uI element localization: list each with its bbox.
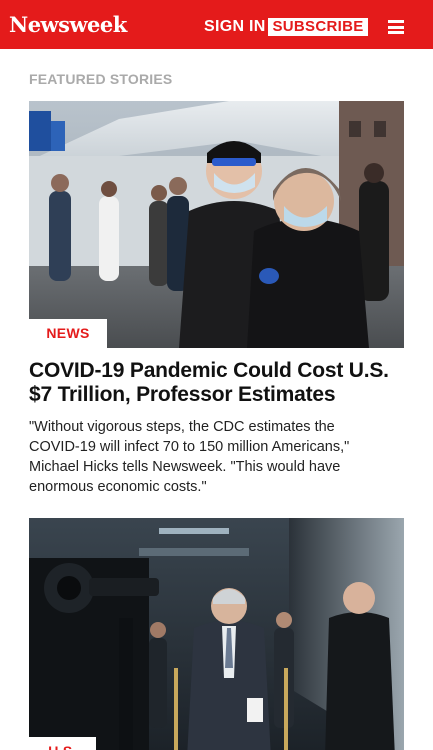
- menu-bar: [388, 31, 404, 34]
- hamburger-menu-icon[interactable]: [386, 18, 406, 36]
- story-image-covid-workers[interactable]: [29, 101, 404, 348]
- newsweek-logo[interactable]: Newsweek: [9, 11, 127, 39]
- sign-in-link[interactable]: SIGN IN: [204, 16, 266, 38]
- site-header: Newsweek SIGN IN SUBSCRIBE: [0, 0, 433, 49]
- category-badge[interactable]: NEWS: [29, 319, 107, 348]
- story-photo: [29, 518, 404, 750]
- story-image-press-hallway[interactable]: [29, 518, 404, 750]
- menu-bar: [388, 25, 404, 29]
- menu-bar: [388, 20, 404, 23]
- story-headline[interactable]: COVID-19 Pandemic Could Cost U.S. $7 Tri…: [29, 359, 404, 407]
- category-badge[interactable]: U.S.: [29, 737, 96, 750]
- section-title: FEATURED STORIES: [29, 71, 173, 87]
- page: Newsweek SIGN IN SUBSCRIBE FEATURED STOR…: [0, 0, 433, 750]
- story-summary: "Without vigorous steps, the CDC estimat…: [29, 419, 350, 495]
- story-photo: [29, 101, 404, 348]
- subscribe-button[interactable]: SUBSCRIBE: [268, 18, 368, 36]
